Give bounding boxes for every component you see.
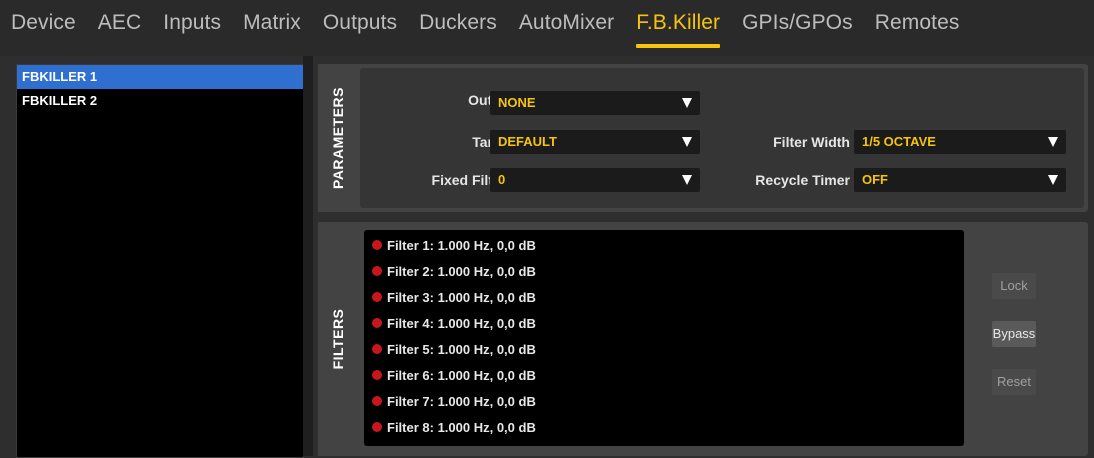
filter-status-dot-icon (372, 292, 382, 302)
tab-device[interactable]: Device (0, 0, 87, 52)
tab-outputs[interactable]: Outputs (312, 0, 408, 52)
filters-panel: FILTERS Filter 1: 1.000 Hz, 0,0 dB Filte… (318, 222, 1088, 456)
lock-button[interactable]: Lock (992, 273, 1036, 299)
list-item-fbkiller-1[interactable]: FBKILLER 1 (17, 65, 303, 89)
tab-matrix[interactable]: Matrix (232, 0, 312, 52)
filter-text: Filter 8: 1.000 Hz, 0,0 dB (387, 419, 536, 435)
filter-status-dot-icon (372, 240, 382, 250)
target-value: DEFAULT (498, 134, 557, 149)
recycle-timer-value: OFF (862, 172, 888, 187)
filter-status-dot-icon (372, 396, 382, 406)
dropdown-arrow-icon (682, 98, 692, 108)
recycle-timer-label: Recycle Timer (755, 172, 850, 188)
target-select[interactable]: DEFAULT (490, 130, 700, 154)
parameters-body: Output NONE Target DEFAULT Fixed Filters… (360, 68, 1084, 208)
filter-status-dot-icon (372, 318, 382, 328)
output-value: NONE (498, 95, 536, 110)
filter-row: Filter 6: 1.000 Hz, 0,0 dB (364, 362, 964, 388)
filter-width-value: 1/5 OCTAVE (862, 134, 936, 149)
filter-status-dot-icon (372, 266, 382, 276)
filter-row: Filter 2: 1.000 Hz, 0,0 dB (364, 258, 964, 284)
parameters-header: PARAMETERS (318, 64, 358, 212)
dropdown-arrow-icon (682, 137, 692, 147)
filter-row: Filter 8: 1.000 Hz, 0,0 dB (364, 414, 964, 440)
main-tab-bar: Device AEC Inputs Matrix Outputs Duckers… (0, 0, 1094, 56)
active-tab-underline (636, 44, 721, 48)
tab-remotes[interactable]: Remotes (864, 0, 971, 52)
dropdown-arrow-icon (682, 175, 692, 185)
filter-row: Filter 7: 1.000 Hz, 0,0 dB (364, 388, 964, 414)
filter-status-dot-icon (372, 370, 382, 380)
list-item-fbkiller-2[interactable]: FBKILLER 2 (17, 89, 303, 113)
tab-fbkiller-label: F.B.Killer (636, 11, 721, 34)
filter-list: Filter 1: 1.000 Hz, 0,0 dB Filter 2: 1.0… (364, 230, 964, 446)
filter-row: Filter 4: 1.000 Hz, 0,0 dB (364, 310, 964, 336)
output-select[interactable]: NONE (490, 91, 700, 115)
filters-header: FILTERS (318, 222, 358, 456)
filter-text: Filter 5: 1.000 Hz, 0,0 dB (387, 341, 536, 357)
parameters-title: PARAMETERS (330, 87, 346, 189)
filter-text: Filter 7: 1.000 Hz, 0,0 dB (387, 393, 536, 409)
filter-text: Filter 3: 1.000 Hz, 0,0 dB (387, 289, 536, 305)
dropdown-arrow-icon (1048, 137, 1058, 147)
filter-width-select[interactable]: 1/5 OCTAVE (854, 130, 1066, 154)
fbkiller-list: FBKILLER 1 FBKILLER 2 (16, 64, 304, 458)
fixed-filters-select[interactable]: 0 (490, 168, 700, 192)
tab-gpis-gpos[interactable]: GPIs/GPOs (731, 0, 864, 52)
tab-inputs[interactable]: Inputs (152, 0, 232, 52)
filter-row: Filter 3: 1.000 Hz, 0,0 dB (364, 284, 964, 310)
tab-fbkiller[interactable]: F.B.Killer (625, 0, 731, 52)
filter-status-dot-icon (372, 344, 382, 354)
filter-text: Filter 1: 1.000 Hz, 0,0 dB (387, 237, 536, 253)
tab-automixer[interactable]: AutoMixer (508, 0, 625, 52)
parameters-panel: PARAMETERS Output NONE Target DEFAULT Fi… (318, 64, 1088, 212)
filter-text: Filter 4: 1.000 Hz, 0,0 dB (387, 315, 536, 331)
bypass-button[interactable]: Bypass (992, 321, 1036, 347)
tab-duckers[interactable]: Duckers (408, 0, 508, 52)
filter-text: Filter 2: 1.000 Hz, 0,0 dB (387, 263, 536, 279)
filter-row: Filter 1: 1.000 Hz, 0,0 dB (364, 232, 964, 258)
filter-text: Filter 6: 1.000 Hz, 0,0 dB (387, 367, 536, 383)
reset-button[interactable]: Reset (992, 369, 1036, 395)
filter-row: Filter 5: 1.000 Hz, 0,0 dB (364, 336, 964, 362)
filters-title: FILTERS (330, 308, 346, 370)
fixed-filters-value: 0 (498, 172, 506, 187)
filter-status-dot-icon (372, 422, 382, 432)
tab-aec[interactable]: AEC (87, 0, 152, 52)
filter-width-label: Filter Width (773, 134, 850, 150)
dropdown-arrow-icon (1048, 175, 1058, 185)
recycle-timer-select[interactable]: OFF (854, 168, 1066, 192)
panel-divider (303, 56, 313, 456)
